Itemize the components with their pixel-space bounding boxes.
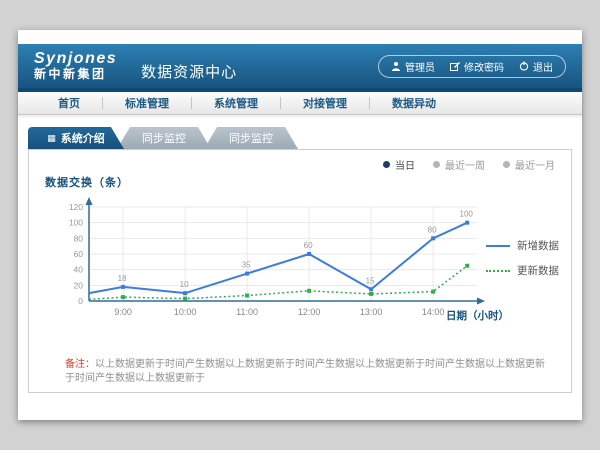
svg-text:60: 60 — [304, 241, 313, 250]
nav-item-home[interactable]: 首页 — [36, 95, 102, 111]
y-axis-title: 数据交换（条） — [45, 174, 129, 190]
radio-label: 最近一月 — [515, 157, 555, 172]
svg-text:18: 18 — [118, 274, 127, 283]
edit-icon — [450, 61, 460, 71]
tab-sync-monitor-1[interactable]: 同步监控 — [117, 127, 211, 149]
chart-panel: 当日 最近一周 最近一月 数据交换（条） 0 20 40 60 80 100 120 9:00… — [28, 149, 572, 393]
window-top-strip — [18, 30, 582, 44]
radio-label: 当日 — [395, 157, 415, 172]
tab-label: 同步监控 — [142, 130, 186, 146]
logo-text-cn: 新中新集团 — [34, 68, 117, 81]
content-area: ▦ 系统介绍 同步监控 同步监控 当日 最近一周 — [18, 115, 582, 393]
legend-label: 新增数据 — [517, 238, 559, 253]
tab-sync-monitor-2[interactable]: 同步监控 — [204, 127, 298, 149]
tab-label: 系统介绍 — [61, 130, 105, 146]
svg-text:10: 10 — [180, 280, 189, 289]
svg-text:14:00: 14:00 — [422, 307, 445, 317]
legend-item-new-data[interactable]: 新增数据 — [486, 238, 559, 253]
svg-text:80: 80 — [74, 233, 84, 243]
nav-item-integration[interactable]: 对接管理 — [281, 95, 369, 111]
footnote: 备注：以上数据更新于时间产生数据以上数据更新于时间产生数据以上数据更新于时间产生… — [65, 358, 553, 386]
radio-last-week[interactable]: 最近一周 — [433, 157, 485, 172]
line-chart: 0 20 40 60 80 100 120 9:00 10:00 11:00 12:00 13:00 1… — [37, 194, 507, 332]
svg-text:10:00: 10:00 — [174, 307, 197, 317]
tab-bar: ▦ 系统介绍 同步监控 同步监控 — [28, 127, 582, 149]
user-menu: 管理员 修改密码 退出 — [378, 55, 566, 78]
user-menu-label: 修改密码 — [464, 59, 504, 74]
radio-label: 最近一周 — [445, 157, 485, 172]
x-axis-title: 日期（小时） — [446, 308, 509, 323]
company-logo[interactable]: Synjones 新中新集团 — [34, 51, 117, 80]
svg-text:20: 20 — [74, 280, 84, 290]
tab-system-intro[interactable]: ▦ 系统介绍 — [28, 127, 124, 149]
nav-item-system[interactable]: 系统管理 — [192, 95, 280, 111]
logout-button[interactable]: 退出 — [519, 59, 553, 74]
svg-text:35: 35 — [242, 261, 251, 270]
change-password-button[interactable]: 修改密码 — [450, 59, 504, 74]
legend-label: 更新数据 — [517, 263, 559, 278]
svg-text:12:00: 12:00 — [298, 307, 321, 317]
document-grid-icon: ▦ — [47, 134, 56, 143]
main-nav: 首页 标准管理 系统管理 对接管理 数据异动 — [18, 92, 582, 115]
radio-last-month[interactable]: 最近一月 — [503, 157, 555, 172]
svg-text:11:00: 11:00 — [236, 307, 258, 317]
chart-legend: 新增数据 更新数据 — [486, 238, 559, 278]
radio-dot-icon — [383, 161, 390, 168]
legend-item-updated-data[interactable]: 更新数据 — [486, 263, 559, 278]
svg-text:60: 60 — [74, 249, 84, 259]
logo-text-en: Synjones — [34, 51, 117, 68]
user-menu-label: 管理员 — [405, 59, 435, 74]
svg-text:0: 0 — [78, 296, 83, 306]
svg-text:40: 40 — [74, 265, 84, 275]
svg-text:100: 100 — [460, 210, 474, 219]
tab-label: 同步监控 — [229, 130, 273, 146]
footnote-prefix: 备注： — [65, 359, 95, 370]
radio-today[interactable]: 当日 — [383, 157, 415, 172]
svg-text:100: 100 — [69, 218, 83, 228]
svg-text:15: 15 — [366, 276, 375, 285]
app-header: Synjones 新中新集团 数据资源中心 管理员 修改密码 退出 — [18, 44, 582, 88]
svg-text:9:00: 9:00 — [114, 307, 132, 317]
nav-item-standards[interactable]: 标准管理 — [103, 95, 191, 111]
solid-line-icon — [486, 245, 510, 247]
power-icon — [519, 61, 529, 71]
time-range-filter: 当日 最近一周 最近一月 — [383, 157, 555, 172]
svg-text:13:00: 13:00 — [360, 307, 383, 317]
page-title: 数据资源中心 — [141, 61, 237, 82]
dotted-line-icon — [486, 270, 510, 272]
footnote-text: 以上数据更新于时间产生数据以上数据更新于时间产生数据以上数据更新于时间产生数据以… — [65, 359, 545, 384]
app-window: Synjones 新中新集团 数据资源中心 管理员 修改密码 退出 — [18, 30, 582, 420]
radio-dot-icon — [433, 161, 440, 168]
svg-text:80: 80 — [428, 225, 437, 234]
nav-item-data-changes[interactable]: 数据异动 — [370, 95, 458, 111]
radio-dot-icon — [503, 161, 510, 168]
user-icon — [391, 61, 401, 71]
admin-user-button[interactable]: 管理员 — [391, 59, 435, 74]
svg-text:120: 120 — [69, 202, 83, 212]
user-menu-label: 退出 — [533, 59, 553, 74]
